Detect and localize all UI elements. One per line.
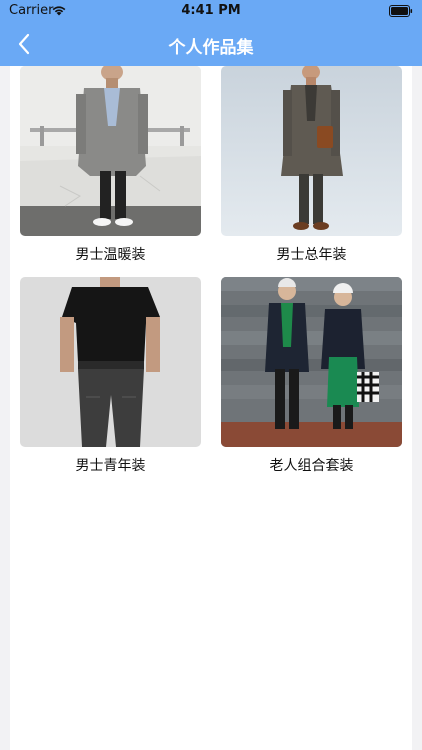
header-bar: Carrier 4:41 PM 个人作品集 bbox=[0, 0, 422, 66]
page-title: 个人作品集 bbox=[168, 38, 254, 58]
outfit-photo bbox=[20, 66, 201, 236]
outfit-photo bbox=[221, 66, 402, 236]
status-bar: Carrier 4:41 PM bbox=[0, 0, 422, 22]
gallery-item-caption: 老人组合套装 bbox=[269, 458, 354, 474]
gallery-item-caption: 男士青年装 bbox=[75, 458, 146, 474]
gallery-item[interactable]: 男士总年装 bbox=[221, 66, 402, 264]
gallery-item-caption: 男士总年装 bbox=[276, 247, 347, 263]
outfit-photo bbox=[20, 277, 201, 447]
navigation-bar: 个人作品集 bbox=[0, 22, 422, 66]
gallery-item[interactable]: 老人组合套装 bbox=[221, 277, 402, 475]
gallery-item-caption: 男士温暖装 bbox=[75, 247, 146, 263]
clock: 4:41 PM bbox=[181, 3, 241, 18]
outfit-photo bbox=[221, 277, 402, 447]
gallery-panel: 男士温暖装 男士总年装 男士青年装 老人组合套装 bbox=[10, 66, 412, 750]
gallery-item[interactable]: 男士温暖装 bbox=[20, 66, 201, 264]
battery-icon bbox=[389, 5, 413, 17]
gallery-item[interactable]: 男士青年装 bbox=[20, 277, 201, 475]
